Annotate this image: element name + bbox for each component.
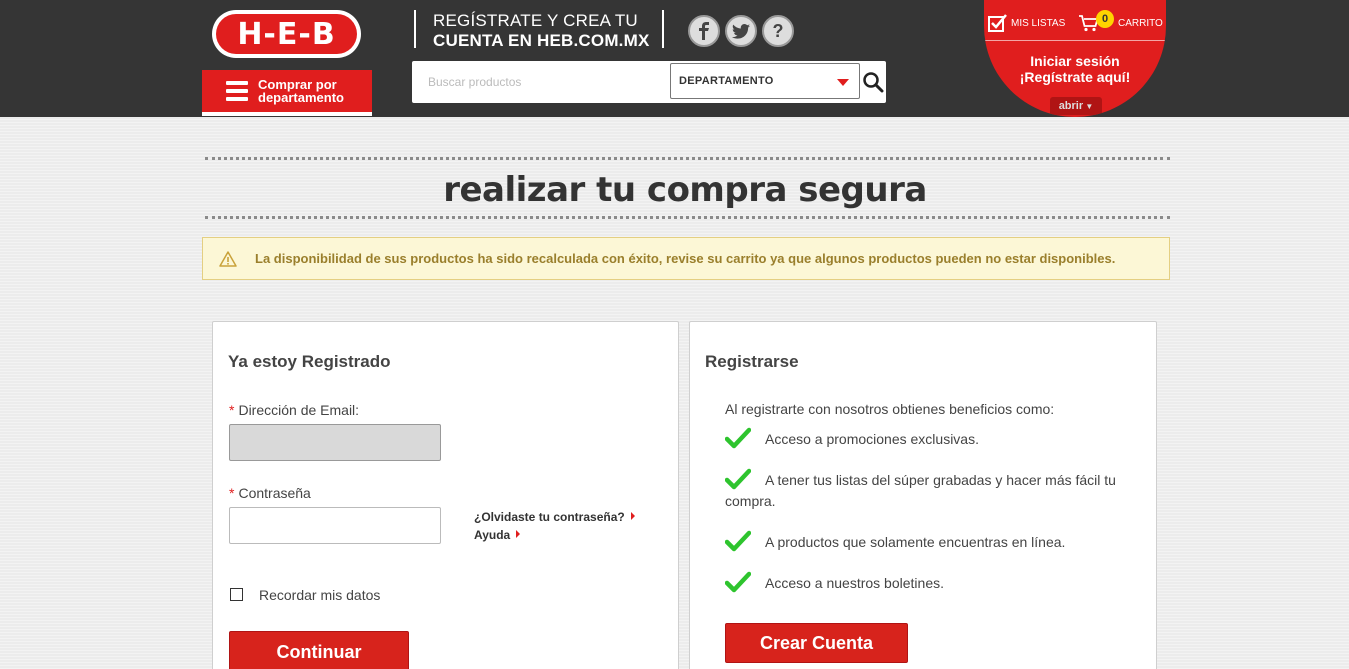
shop-by-department-label: Comprar por departamento bbox=[258, 77, 344, 105]
register-label: ¡Regístrate aquí! bbox=[1019, 69, 1131, 85]
search-input[interactable] bbox=[416, 65, 666, 99]
dotted-divider bbox=[205, 216, 1170, 219]
heb-logo[interactable]: H-E-B bbox=[212, 10, 361, 58]
login-panel-title: Ya estoy Registrado bbox=[228, 352, 391, 371]
register-banner-line2: CUENTA EN HEB.COM.MX bbox=[433, 31, 650, 50]
benefit-text: A tener tus listas del súper grabadas y … bbox=[725, 472, 1116, 509]
open-account-toggle[interactable]: abrir ▼ bbox=[1050, 97, 1102, 115]
required-mark: * bbox=[229, 485, 235, 501]
help-icon[interactable]: ? bbox=[762, 15, 794, 47]
warning-icon bbox=[219, 250, 237, 267]
help-link[interactable]: Ayuda bbox=[474, 528, 521, 542]
benefit-item: Acceso a promociones exclusivas. bbox=[725, 427, 1135, 450]
header-divider bbox=[662, 10, 664, 48]
remember-me-checkbox[interactable] bbox=[230, 588, 243, 601]
help-link-label: Ayuda bbox=[474, 528, 511, 542]
dotted-divider bbox=[205, 157, 1170, 160]
arrow-right-icon bbox=[516, 530, 521, 538]
email-label-text: Dirección de Email: bbox=[238, 402, 360, 418]
email-label: * Dirección de Email: bbox=[229, 402, 359, 418]
my-lists-link[interactable]: MIS LISTAS bbox=[988, 14, 1065, 32]
search-bar: DEPARTAMENTO bbox=[412, 61, 886, 103]
password-field[interactable] bbox=[229, 507, 441, 544]
benefits-intro: Al registrarte con nosotros obtienes ben… bbox=[725, 401, 1055, 417]
site-header: H-E-B Comprar por departamento REGÍSTRAT… bbox=[0, 0, 1349, 117]
widget-divider bbox=[984, 40, 1166, 41]
register-banner-line1: REGÍSTRATE Y CREA TU bbox=[433, 11, 638, 30]
check-icon bbox=[725, 530, 751, 552]
search-icon[interactable] bbox=[862, 71, 884, 93]
login-register-link[interactable]: Iniciar sesión ¡Regístrate aquí! bbox=[984, 53, 1166, 85]
continue-button[interactable]: Continuar bbox=[229, 631, 409, 669]
arrow-right-icon bbox=[630, 512, 635, 520]
hamburger-icon bbox=[226, 81, 248, 101]
department-select-value: DEPARTAMENTO bbox=[679, 75, 774, 87]
help-icon-glyph: ? bbox=[772, 20, 784, 41]
login-panel: Ya estoy Registrado * Dirección de Email:… bbox=[212, 321, 679, 669]
check-icon bbox=[725, 468, 751, 490]
benefit-text: Acceso a nuestros boletines. bbox=[765, 575, 944, 591]
cart-link[interactable]: CARRITO bbox=[1078, 14, 1163, 32]
benefit-text: Acceso a promociones exclusivas. bbox=[765, 431, 979, 447]
register-panel: Registrarse Al registrarte con nosotros … bbox=[689, 321, 1157, 669]
email-field[interactable] bbox=[229, 424, 441, 461]
password-label-text: Contraseña bbox=[238, 485, 311, 501]
password-label: * Contraseña bbox=[229, 485, 311, 501]
my-lists-label: MIS LISTAS bbox=[1011, 17, 1066, 29]
required-mark: * bbox=[229, 402, 235, 418]
page-title: realizar tu compra segura bbox=[443, 170, 927, 210]
shop-by-department-button[interactable]: Comprar por departamento bbox=[202, 70, 372, 116]
logo-text: H-E-B bbox=[216, 14, 357, 54]
chevron-down-icon bbox=[837, 79, 849, 86]
account-widget: MIS LISTAS CARRITO 0 Iniciar sesión ¡Reg… bbox=[984, 0, 1166, 117]
forgot-password-label: ¿Olvidaste tu contraseña? bbox=[474, 510, 625, 524]
open-label: abrir bbox=[1058, 100, 1084, 112]
facebook-icon[interactable] bbox=[688, 15, 720, 47]
benefit-text: A productos que solamente encuentras en … bbox=[765, 534, 1066, 550]
caret-down-icon: ▼ bbox=[1083, 102, 1094, 111]
cart-count-badge: 0 bbox=[1096, 10, 1114, 28]
twitter-icon[interactable] bbox=[725, 15, 757, 47]
department-select[interactable]: DEPARTAMENTO bbox=[670, 63, 860, 99]
check-icon bbox=[725, 427, 751, 449]
benefit-item: A productos que solamente encuentras en … bbox=[725, 530, 1135, 553]
cart-label: CARRITO bbox=[1118, 17, 1163, 29]
register-banner[interactable]: REGÍSTRATE Y CREA TU CUENTA EN HEB.COM.M… bbox=[433, 11, 663, 51]
benefit-item: A tener tus listas del súper grabadas y … bbox=[725, 468, 1135, 512]
header-divider bbox=[414, 10, 416, 48]
login-label: Iniciar sesión bbox=[1030, 53, 1120, 69]
checklist-icon bbox=[988, 14, 1007, 32]
benefit-item: Acceso a nuestros boletines. bbox=[725, 571, 1135, 594]
register-panel-title: Registrarse bbox=[705, 352, 799, 371]
forgot-password-link[interactable]: ¿Olvidaste tu contraseña? bbox=[474, 510, 635, 524]
availability-alert: La disponibilidad de sus productos ha si… bbox=[202, 237, 1170, 280]
create-account-button[interactable]: Crear Cuenta bbox=[725, 623, 908, 663]
alert-message: La disponibilidad de sus productos ha si… bbox=[255, 251, 1116, 266]
remember-me-label: Recordar mis datos bbox=[259, 587, 381, 603]
check-icon bbox=[725, 571, 751, 593]
